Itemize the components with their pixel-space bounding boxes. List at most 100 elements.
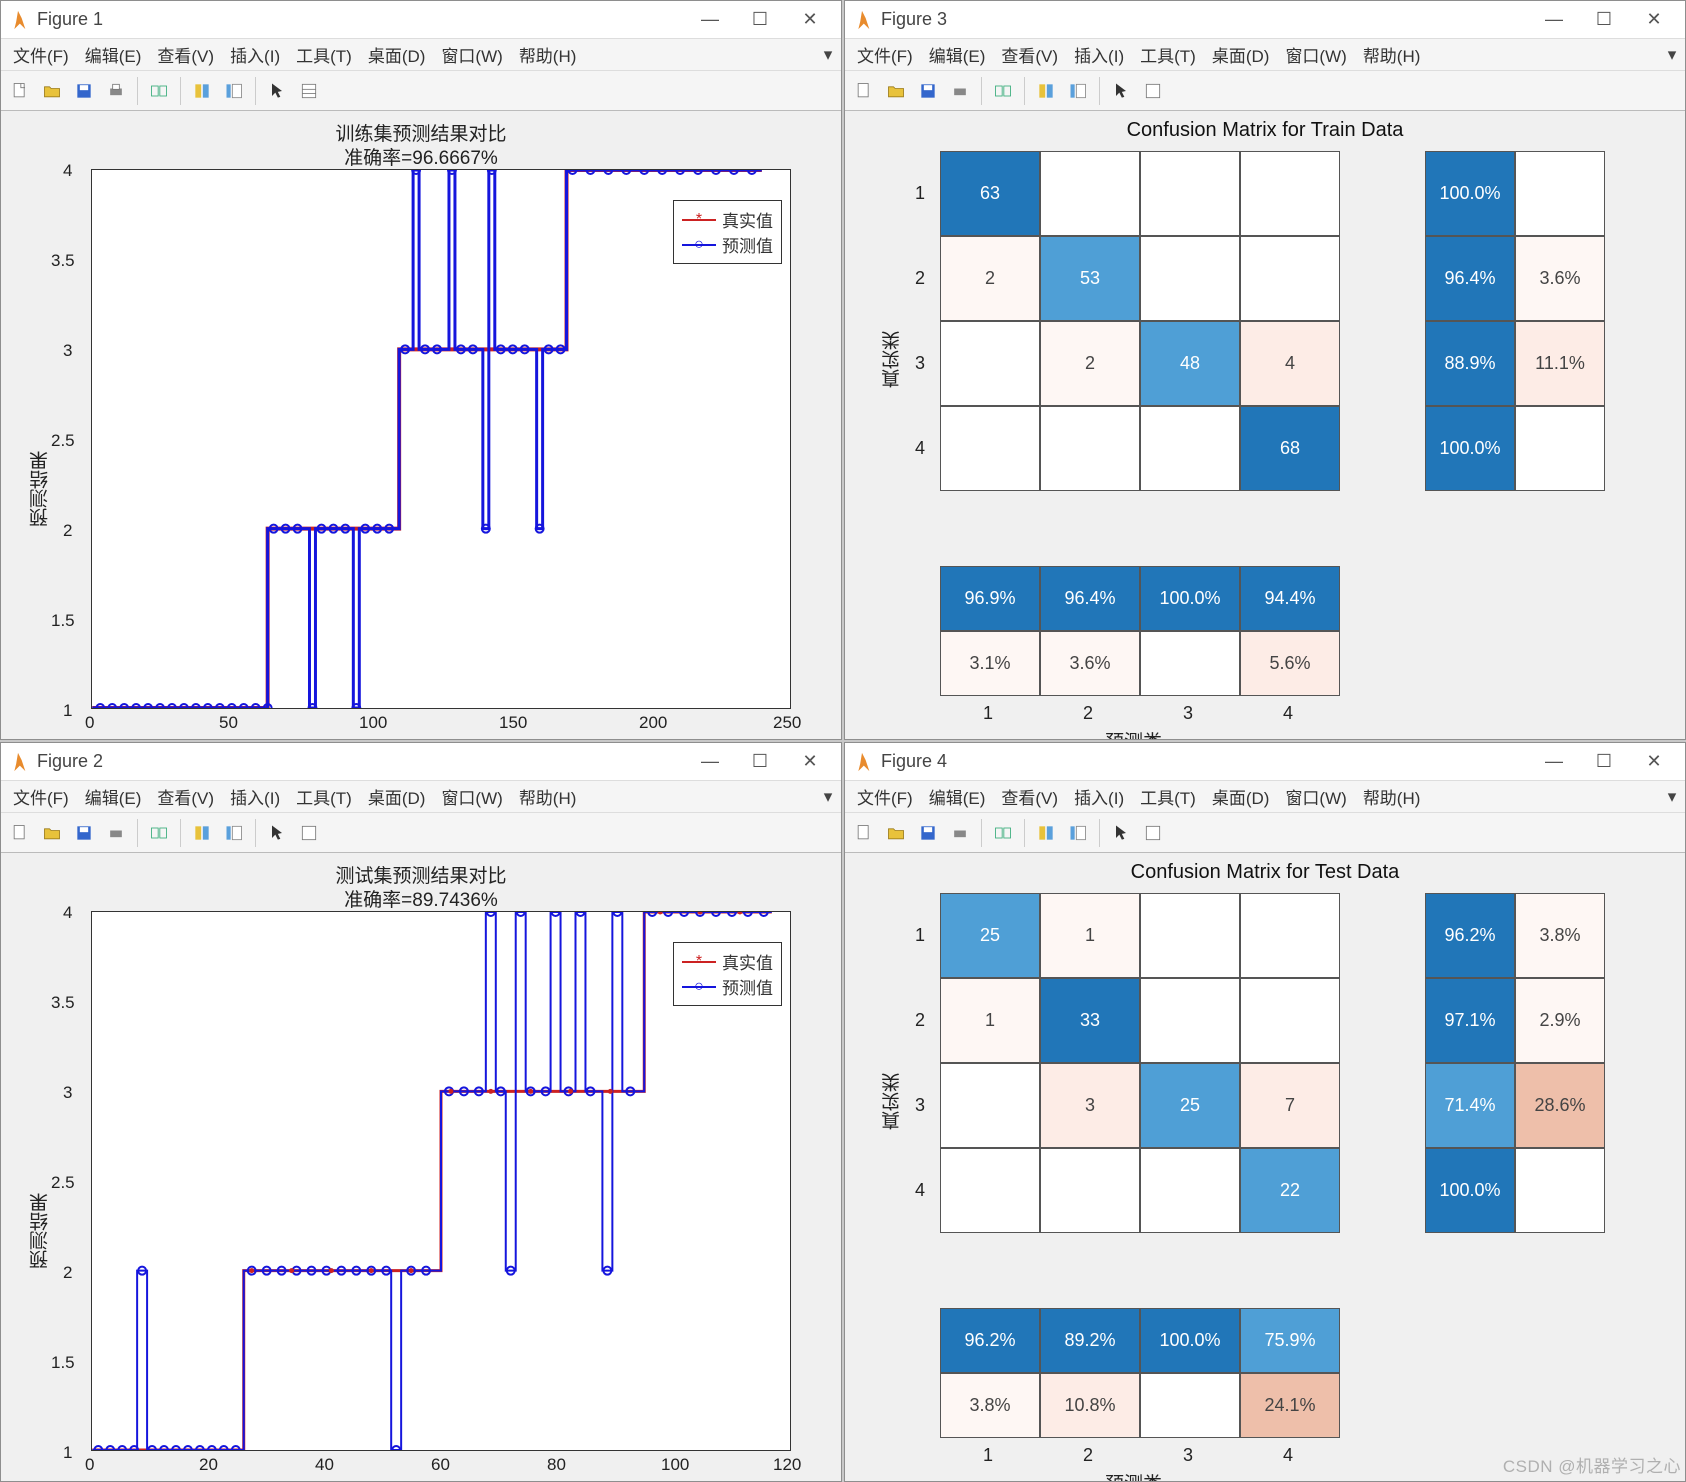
maximize-button[interactable]: ☐: [1579, 5, 1629, 35]
menubar: 文件(F) 编辑(E) 查看(V) 插入(I) 工具(T) 桌面(D) 窗口(W…: [845, 39, 1685, 71]
colorbar-icon[interactable]: [1063, 76, 1093, 106]
link-icon[interactable]: [144, 818, 174, 848]
close-button[interactable]: ✕: [1629, 5, 1679, 35]
menu-edit[interactable]: 编辑(E): [921, 781, 994, 812]
menu-help[interactable]: 帮助(H): [1355, 39, 1429, 70]
menu-tools[interactable]: 工具(T): [288, 39, 360, 70]
menu-overflow-icon[interactable]: ▾: [1663, 787, 1681, 807]
legend-true: 真实值: [722, 207, 773, 232]
menu-file[interactable]: 文件(F): [5, 781, 77, 812]
menu-window[interactable]: 窗口(W): [1277, 39, 1354, 70]
menu-desktop[interactable]: 桌面(D): [360, 781, 434, 812]
save-icon[interactable]: [69, 76, 99, 106]
menu-file[interactable]: 文件(F): [849, 39, 921, 70]
print-icon[interactable]: [101, 818, 131, 848]
menu-window[interactable]: 窗口(W): [433, 781, 510, 812]
titlebar[interactable]: Figure 3 — ☐ ✕: [845, 1, 1685, 39]
menu-file[interactable]: 文件(F): [849, 781, 921, 812]
pointer-icon[interactable]: [262, 818, 292, 848]
menu-tools[interactable]: 工具(T): [1132, 781, 1204, 812]
maximize-button[interactable]: ☐: [1579, 747, 1629, 777]
pointer-icon[interactable]: [1106, 76, 1136, 106]
open-icon[interactable]: [37, 76, 67, 106]
menu-tools[interactable]: 工具(T): [288, 781, 360, 812]
menu-edit[interactable]: 编辑(E): [921, 39, 994, 70]
close-button[interactable]: ✕: [1629, 747, 1679, 777]
menu-view[interactable]: 查看(V): [149, 39, 222, 70]
titlebar[interactable]: Figure 2 — ☐ ✕: [1, 743, 841, 781]
datacursor-icon[interactable]: [1031, 818, 1061, 848]
menu-view[interactable]: 查看(V): [993, 781, 1066, 812]
datacursor-icon[interactable]: [1031, 76, 1061, 106]
menu-view[interactable]: 查看(V): [993, 39, 1066, 70]
maximize-button[interactable]: ☐: [735, 747, 785, 777]
save-icon[interactable]: [913, 818, 943, 848]
toolbar: [845, 71, 1685, 111]
window-title: Figure 2: [37, 751, 685, 772]
cm-rowpct: 96.2%3.8% 97.1%2.9% 71.4%28.6% 100.0%: [1425, 893, 1605, 1233]
menu-tools[interactable]: 工具(T): [1132, 39, 1204, 70]
new-icon[interactable]: [849, 818, 879, 848]
colorbar-icon[interactable]: [219, 818, 249, 848]
open-icon[interactable]: [37, 818, 67, 848]
xlabel: 预测样本: [401, 735, 477, 739]
figure-2-window: Figure 2 — ☐ ✕ 文件(F) 编辑(E) 查看(V) 插入(I) 工…: [0, 742, 842, 1482]
datacursor-icon[interactable]: [187, 818, 217, 848]
minimize-button[interactable]: —: [1529, 5, 1579, 35]
properties-icon[interactable]: [1138, 76, 1168, 106]
menu-help[interactable]: 帮助(H): [511, 39, 585, 70]
plot-subtitle: 准确率=89.7436%: [1, 885, 841, 912]
save-icon[interactable]: [913, 76, 943, 106]
print-icon[interactable]: [945, 76, 975, 106]
save-icon[interactable]: [69, 818, 99, 848]
new-icon[interactable]: [849, 76, 879, 106]
menu-file[interactable]: 文件(F): [5, 39, 77, 70]
minimize-button[interactable]: —: [685, 5, 735, 35]
menu-window[interactable]: 窗口(W): [433, 39, 510, 70]
properties-icon[interactable]: [294, 818, 324, 848]
legend[interactable]: *真实值 ○预测值: [673, 942, 782, 1006]
plot-axes[interactable]: *真实值 ○预测值: [91, 169, 791, 709]
datacursor-icon[interactable]: [187, 76, 217, 106]
menu-help[interactable]: 帮助(H): [1355, 781, 1429, 812]
plot-axes[interactable]: *真实值 ○预测值: [91, 911, 791, 1451]
legend[interactable]: *真实值 ○预测值: [673, 200, 782, 264]
minimize-button[interactable]: —: [685, 747, 735, 777]
menu-overflow-icon[interactable]: ▾: [819, 787, 837, 807]
pointer-icon[interactable]: [1106, 818, 1136, 848]
menu-desktop[interactable]: 桌面(D): [1204, 781, 1278, 812]
link-icon[interactable]: [988, 76, 1018, 106]
close-button[interactable]: ✕: [785, 5, 835, 35]
menu-insert[interactable]: 插入(I): [1066, 39, 1132, 70]
menu-desktop[interactable]: 桌面(D): [360, 39, 434, 70]
menu-help[interactable]: 帮助(H): [511, 781, 585, 812]
open-icon[interactable]: [881, 76, 911, 106]
pointer-icon[interactable]: [262, 76, 292, 106]
close-button[interactable]: ✕: [785, 747, 835, 777]
open-icon[interactable]: [881, 818, 911, 848]
menu-overflow-icon[interactable]: ▾: [1663, 45, 1681, 65]
menu-insert[interactable]: 插入(I): [1066, 781, 1132, 812]
menu-insert[interactable]: 插入(I): [222, 781, 288, 812]
menu-insert[interactable]: 插入(I): [222, 39, 288, 70]
link-icon[interactable]: [144, 76, 174, 106]
titlebar[interactable]: Figure 4 — ☐ ✕: [845, 743, 1685, 781]
titlebar[interactable]: Figure 1 — ☐ ✕: [1, 1, 841, 39]
colorbar-icon[interactable]: [219, 76, 249, 106]
print-icon[interactable]: [945, 818, 975, 848]
colorbar-icon[interactable]: [1063, 818, 1093, 848]
print-icon[interactable]: [101, 76, 131, 106]
properties-icon[interactable]: [1138, 818, 1168, 848]
menu-overflow-icon[interactable]: ▾: [819, 45, 837, 65]
menu-view[interactable]: 查看(V): [149, 781, 222, 812]
properties-icon[interactable]: [294, 76, 324, 106]
menu-desktop[interactable]: 桌面(D): [1204, 39, 1278, 70]
minimize-button[interactable]: —: [1529, 747, 1579, 777]
new-icon[interactable]: [5, 818, 35, 848]
menu-window[interactable]: 窗口(W): [1277, 781, 1354, 812]
link-icon[interactable]: [988, 818, 1018, 848]
maximize-button[interactable]: ☐: [735, 5, 785, 35]
new-icon[interactable]: [5, 76, 35, 106]
menu-edit[interactable]: 编辑(E): [77, 781, 150, 812]
menu-edit[interactable]: 编辑(E): [77, 39, 150, 70]
